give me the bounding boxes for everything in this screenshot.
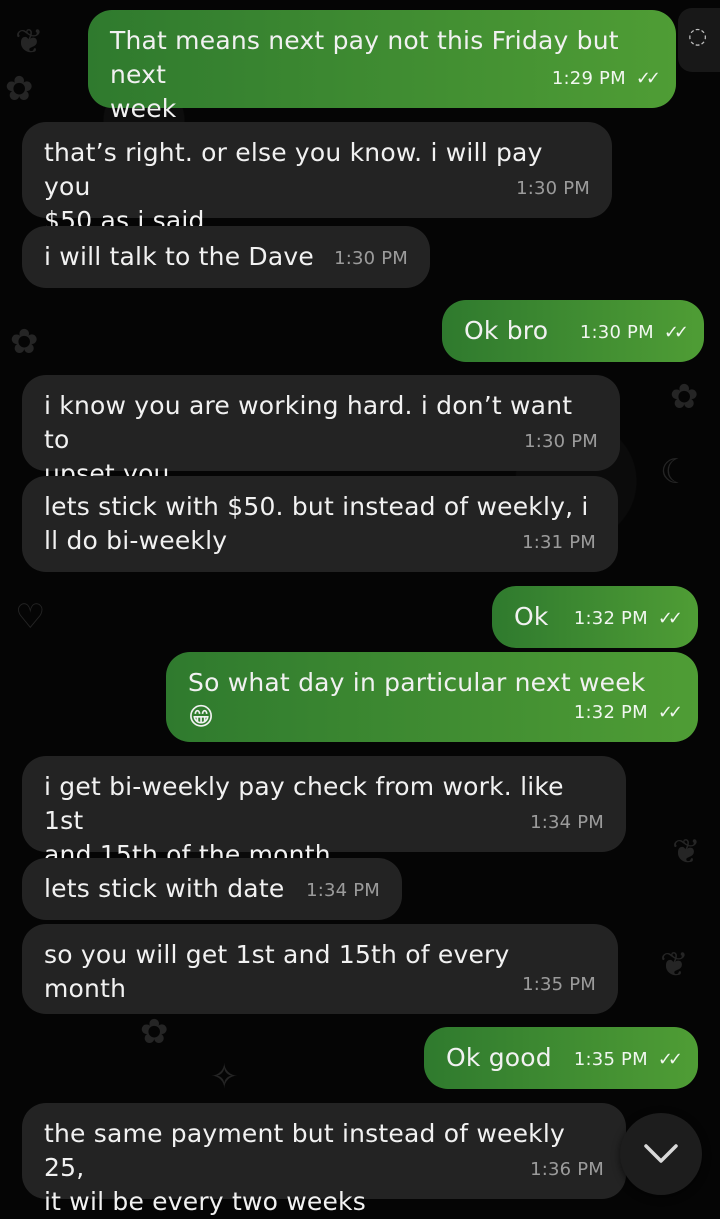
message-text: that’s right. or else you know. i will p… [44,138,543,235]
message-text: so you will get 1st and 15th of every mo… [44,940,518,1003]
message-meta: 1:35 PM ✓✓ [573,1043,683,1077]
message-bubble-incoming[interactable]: lets stick with $50. but instead of week… [22,476,618,572]
search-button[interactable]: ◌ [678,8,720,72]
message-bubble-outgoing[interactable]: So what day in particular next week 😁 1:… [166,652,698,742]
double-check-icon: ✓✓ [663,322,689,343]
message-bubble-incoming[interactable]: i will talk to the Dave 1:30 PM [22,226,430,288]
message-time: 1:34 PM [306,880,380,901]
search-icon: ◌ [688,24,708,49]
message-bubble-outgoing[interactable]: Ok good 1:35 PM ✓✓ [424,1027,698,1089]
moon-doodle-icon: ☾ [660,452,691,492]
message-text: lets stick with $50. but instead of week… [44,492,589,555]
message-time: 1:29 PM [551,68,626,89]
message-time: 1:34 PM [530,812,604,833]
double-check-icon: ✓✓ [657,608,683,629]
double-check-icon: ✓✓ [635,68,661,89]
message-time: 1:36 PM [530,1159,604,1180]
leaf-doodle-icon: ❦ [672,832,701,872]
leaf-doodle-icon: ❦ [15,22,44,62]
message-time: 1:35 PM [522,974,596,995]
scroll-to-bottom-button[interactable] [620,1113,702,1195]
flower-doodle-icon: ✿ [140,1012,169,1052]
message-bubble-incoming[interactable]: the same payment but instead of weekly 2… [22,1103,626,1216]
message-time: 1:30 PM [579,322,654,343]
chevron-down-icon [644,1144,678,1163]
message-meta: 1:29 PM ✓✓ [551,62,661,96]
message-meta: 1:30 PM ✓✓ [579,316,689,350]
message-time: 1:35 PM [573,1049,648,1070]
double-check-icon: ✓✓ [657,1049,683,1070]
heart-doodle-icon: ♡ [15,597,46,637]
flower-doodle-icon: ✿ [670,377,699,417]
message-meta: 1:32 PM ✓✓ [573,602,683,636]
message-time: 1:32 PM [573,608,648,629]
message-bubble-incoming[interactable]: that’s right. or else you know. i will p… [22,122,612,235]
message-time: 1:30 PM [334,248,408,269]
message-time: 1:31 PM [522,532,596,553]
message-meta: 1:32 PM ✓✓ [573,696,683,730]
message-bubble-incoming[interactable]: i know you are working hard. i don’t wan… [22,375,620,488]
double-check-icon: ✓✓ [657,702,683,723]
message-text: i get bi-weekly pay check from work. lik… [44,772,564,869]
message-bubble-incoming[interactable]: i get bi-weekly pay check from work. lik… [22,756,626,869]
message-bubble-outgoing[interactable]: Ok 1:32 PM ✓✓ [492,586,698,648]
leaf-doodle-icon: ❦ [660,945,689,985]
flower-doodle-icon: ✿ [10,322,39,362]
message-bubble-outgoing[interactable]: That means next pay not this Friday but … [88,10,676,123]
message-bubble-outgoing[interactable]: Ok bro 1:30 PM ✓✓ [442,300,704,362]
message-time: 1:30 PM [516,178,590,199]
flower-doodle-icon: ✿ [5,69,34,109]
message-bubble-incoming[interactable]: lets stick with date 1:34 PM [22,858,402,920]
message-bubble-incoming[interactable]: so you will get 1st and 15th of every mo… [22,924,618,1014]
message-time: 1:30 PM [524,431,598,452]
message-time: 1:32 PM [573,702,648,723]
star-doodle-icon: ✧ [210,1057,239,1097]
message-text: the same payment but instead of weekly 2… [44,1119,565,1216]
